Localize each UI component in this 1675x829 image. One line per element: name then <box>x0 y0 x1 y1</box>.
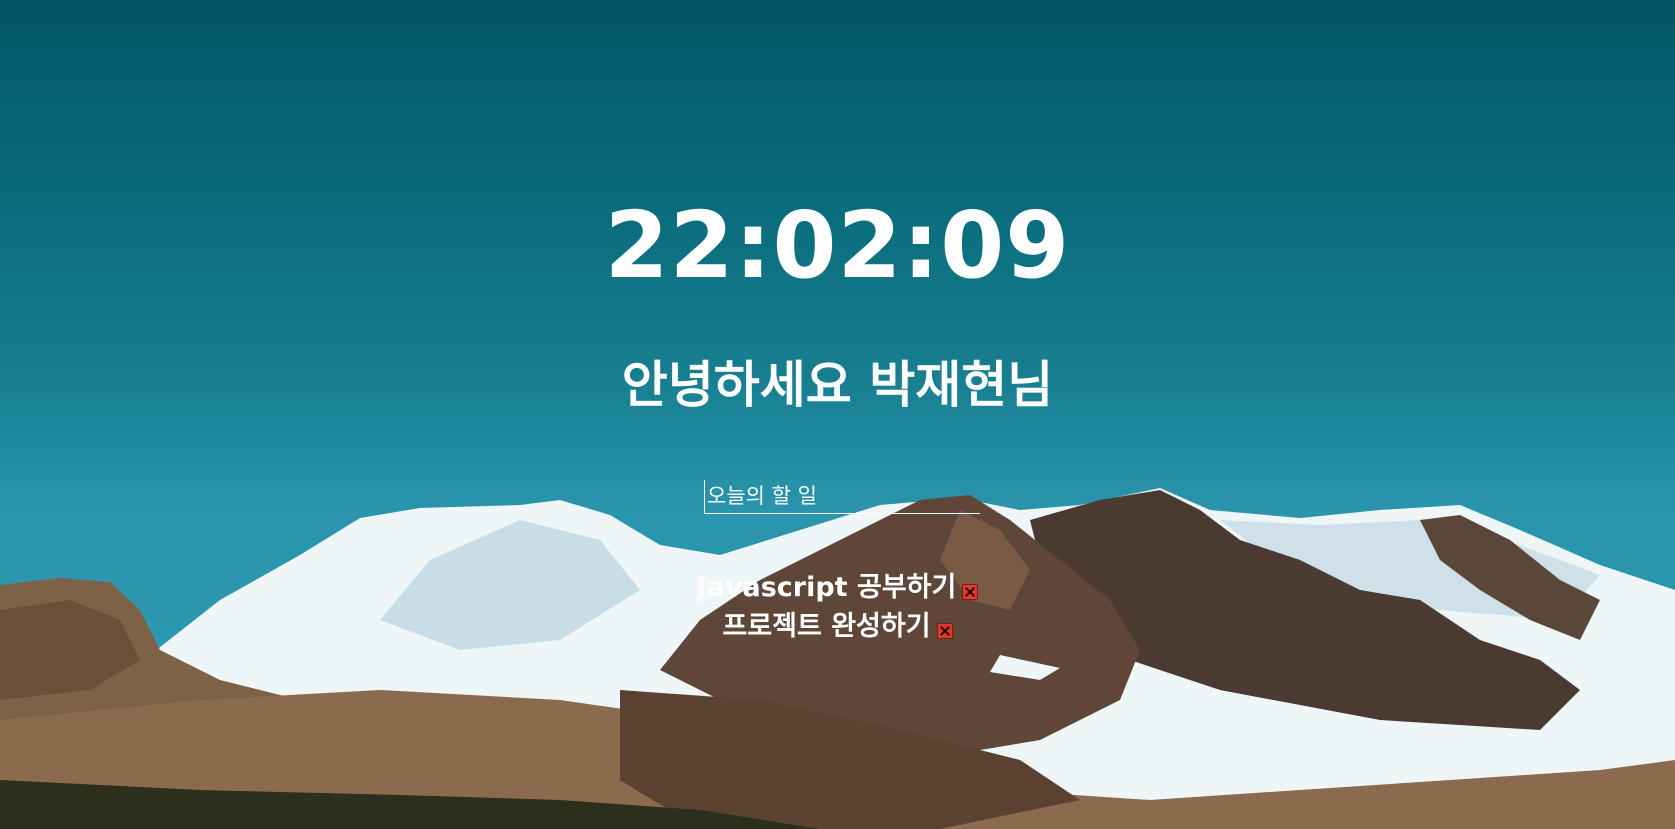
close-icon[interactable] <box>936 623 953 639</box>
clock: 22:02:09 <box>604 192 1071 299</box>
todo-item-text: 프로젝트 완성하기 <box>722 611 931 642</box>
todo-form <box>704 480 980 514</box>
mountain-background-image <box>0 488 1675 829</box>
todo-input[interactable] <box>704 480 980 514</box>
todo-item: 프로젝트 완성하기 <box>0 607 1675 646</box>
todo-item-text: Javascript 공부하기 <box>696 572 957 603</box>
todo-list: Javascript 공부하기 프로젝트 완성하기 <box>0 568 1675 646</box>
close-icon[interactable] <box>962 584 979 600</box>
todo-item: Javascript 공부하기 <box>0 568 1675 607</box>
greeting-text: 안녕하세요 박재현님 <box>621 356 1054 414</box>
